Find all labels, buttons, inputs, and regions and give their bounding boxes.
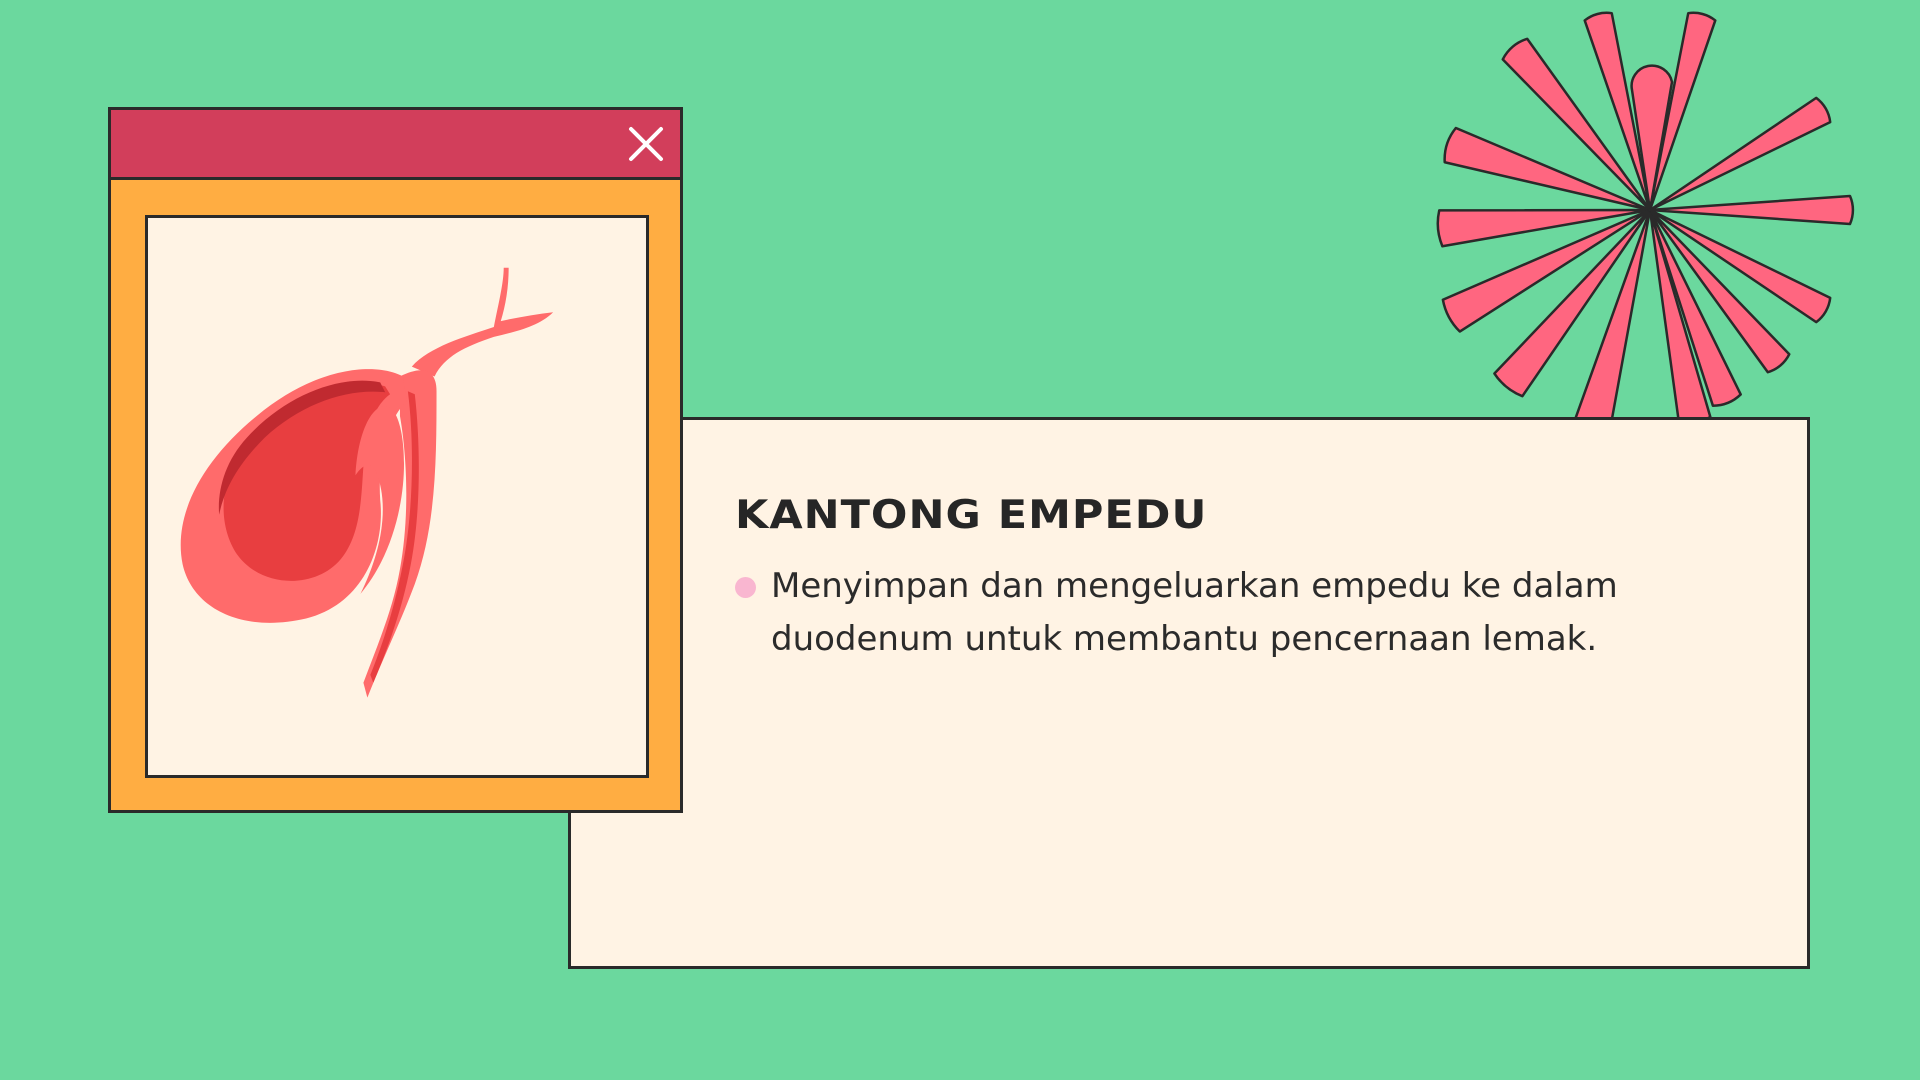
- slide-title: KANTONG EMPEDU: [735, 492, 1208, 538]
- bullet-text: Menyimpan dan mengeluarkan empedu ke dal…: [771, 566, 1618, 659]
- gallbladder-illustration: [180, 267, 554, 698]
- bullet-dot-icon: [735, 577, 756, 598]
- close-icon[interactable]: [626, 124, 666, 164]
- content-panel: KANTONG EMPEDU Menyimpan dan mengeluarka…: [568, 417, 1810, 969]
- image-frame: [145, 215, 649, 778]
- image-window: [108, 107, 683, 813]
- flower-decoration: [1436, 11, 1855, 429]
- bullet-item: Menyimpan dan mengeluarkan empedu ke dal…: [735, 560, 1715, 666]
- window-titlebar: [111, 110, 680, 180]
